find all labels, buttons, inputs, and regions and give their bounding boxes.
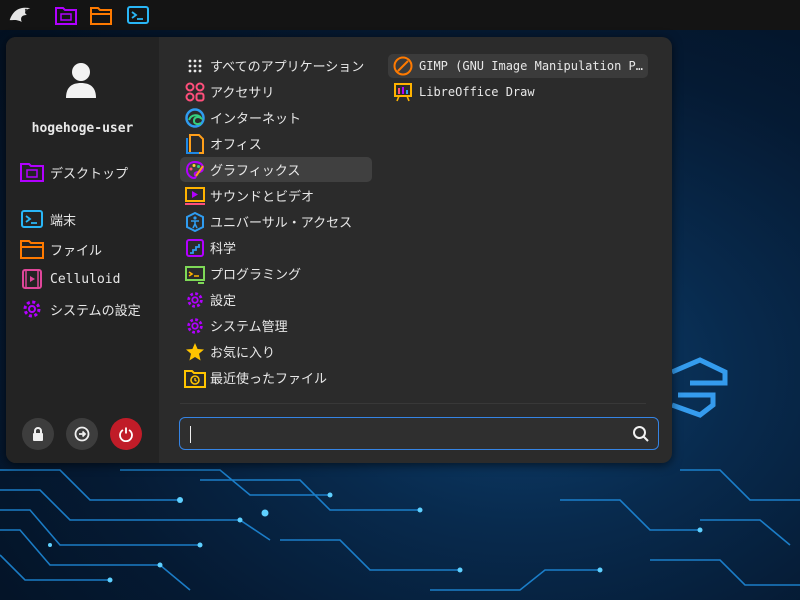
grid-icon: [184, 55, 206, 77]
files-icon[interactable]: [89, 3, 113, 27]
libreoffice-draw-icon: [393, 82, 413, 102]
gimp-icon: [393, 56, 413, 76]
internet-icon: [184, 107, 206, 129]
sidebar-item-system-settings[interactable]: システムの設定: [20, 297, 141, 321]
files-icon: [20, 237, 44, 261]
settings-icon: [184, 289, 206, 311]
video-player-icon: [20, 267, 44, 291]
category-system-administration[interactable]: システム管理: [180, 313, 372, 338]
power-button[interactable]: [110, 418, 142, 450]
category-all-applications[interactable]: すべてのアプリケーション: [180, 53, 372, 78]
settings-icon: [20, 297, 44, 321]
sidebar-item-label: 端末: [50, 213, 77, 229]
search-input[interactable]: [186, 422, 630, 448]
app-label: LibreOffice Draw: [419, 85, 535, 99]
category-programming[interactable]: プログラミング: [180, 261, 372, 286]
category-universal-access[interactable]: ユニバーサル・アクセス: [180, 209, 372, 234]
top-panel: [0, 0, 800, 30]
category-office[interactable]: オフィス: [180, 131, 372, 156]
multimedia-icon: [184, 185, 206, 207]
category-label: アクセサリ: [210, 86, 275, 101]
category-graphics[interactable]: グラフィックス: [180, 157, 372, 182]
accessories-icon: [184, 81, 206, 103]
distro-logo-icon[interactable]: [8, 3, 32, 27]
category-label: インターネット: [210, 112, 302, 127]
category-label: グラフィックス: [210, 164, 301, 179]
desktop-folder-icon[interactable]: [54, 3, 78, 27]
category-internet[interactable]: インターネット: [180, 105, 372, 130]
category-label: お気に入り: [210, 346, 276, 361]
logout-button[interactable]: [66, 418, 98, 450]
search-box[interactable]: [179, 417, 659, 450]
science-icon: [184, 237, 206, 259]
category-label: オフィス: [210, 138, 262, 153]
programming-icon: [184, 263, 206, 285]
office-icon: [184, 133, 206, 155]
category-label: サウンドとビデオ: [210, 190, 315, 205]
divider: [180, 403, 646, 404]
logout-icon: [74, 426, 90, 442]
menu-sidebar: hogehoge-user デスクトップ 端末 ファイル Celluloid シ…: [6, 37, 159, 463]
category-label: プログラミング: [210, 268, 302, 283]
desktop-folder-icon: [20, 160, 44, 184]
app-gimp[interactable]: GIMP (GNU Image Manipulation P…: [388, 54, 648, 78]
text-cursor: [190, 426, 191, 443]
category-label: すべてのアプリケーション: [210, 60, 365, 75]
sidebar-item-label: Celluloid: [50, 271, 121, 287]
sidebar-item-label: ファイル: [50, 243, 103, 259]
category-accessories[interactable]: アクセサリ: [180, 79, 372, 104]
category-label: 科学: [210, 242, 237, 257]
username: hogehoge-user: [31, 121, 134, 136]
category-label: ユニバーサル・アクセス: [210, 216, 353, 231]
category-label: システム管理: [210, 320, 288, 335]
app-label: GIMP (GNU Image Manipulation P…: [419, 59, 643, 73]
sidebar-item-terminal[interactable]: 端末: [20, 207, 76, 231]
lock-icon: [33, 427, 43, 441]
search-icon[interactable]: [632, 425, 650, 443]
terminal-icon: [20, 207, 44, 231]
sidebar-item-desktop[interactable]: デスクトップ: [20, 160, 128, 184]
system-admin-icon: [184, 315, 206, 337]
category-favorites[interactable]: お気に入り: [180, 339, 372, 364]
application-menu: hogehoge-user デスクトップ 端末 ファイル Celluloid シ…: [6, 37, 672, 463]
lock-button[interactable]: [22, 418, 54, 450]
category-settings[interactable]: 設定: [180, 287, 372, 312]
sidebar-item-label: デスクトップ: [50, 166, 129, 182]
sidebar-item-label: システムの設定: [50, 303, 141, 319]
power-icon: [119, 427, 133, 442]
accessibility-icon: [184, 211, 206, 233]
category-recent-files[interactable]: 最近使ったファイル: [180, 365, 372, 390]
sidebar-item-files[interactable]: ファイル: [20, 237, 102, 261]
category-label: 最近使ったファイル: [210, 372, 328, 387]
category-science[interactable]: 科学: [180, 235, 372, 260]
star-icon: [184, 341, 206, 363]
recent-folder-icon: [184, 367, 206, 389]
sidebar-item-celluloid[interactable]: Celluloid: [20, 267, 120, 291]
app-libreoffice-draw[interactable]: LibreOffice Draw: [388, 80, 648, 104]
graphics-icon: [184, 159, 206, 181]
user-avatar-icon: [64, 61, 98, 99]
category-sound-video[interactable]: サウンドとビデオ: [180, 183, 372, 208]
category-label: 設定: [210, 294, 237, 309]
terminal-icon[interactable]: [126, 3, 150, 27]
